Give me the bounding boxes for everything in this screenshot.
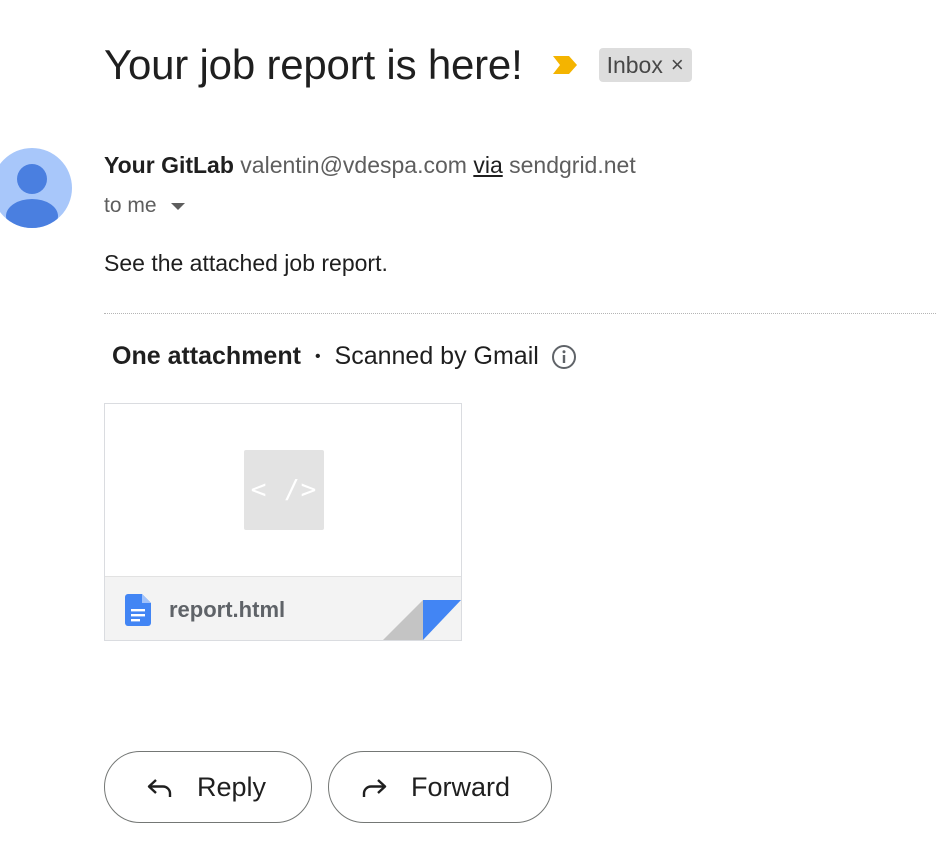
attachment-divider xyxy=(104,313,936,314)
inbox-label-chip[interactable]: Inbox × xyxy=(598,48,692,82)
attachment-count: One attachment xyxy=(112,342,301,370)
forward-button[interactable]: Forward xyxy=(328,751,552,823)
scan-status: Scanned by Gmail xyxy=(334,342,539,370)
inbox-label-text: Inbox xyxy=(606,51,663,78)
recipient-text: to me xyxy=(104,194,157,217)
caret-down-icon[interactable] xyxy=(170,202,185,210)
info-icon[interactable] xyxy=(551,344,577,370)
sender-name[interactable]: Your GitLab xyxy=(104,152,234,178)
sender-avatar[interactable] xyxy=(0,148,72,228)
person-avatar-icon xyxy=(6,164,58,228)
forward-label: Forward xyxy=(411,771,511,802)
subject-row: Your job report is here! Inbox × xyxy=(104,38,692,92)
importance-marker-icon[interactable] xyxy=(551,54,579,76)
reply-arrow-icon xyxy=(147,779,172,797)
via-domain: sendgrid.net xyxy=(509,152,636,178)
docs-file-icon xyxy=(125,593,151,626)
attachment-filename: report.html xyxy=(169,596,286,622)
reply-button[interactable]: Reply xyxy=(104,751,312,823)
attachment-card[interactable]: < /> report.html xyxy=(104,403,462,641)
via-link[interactable]: via xyxy=(473,152,502,178)
attachment-header: One attachment • Scanned by Gmail xyxy=(112,342,577,371)
sender-email: valentin@vdespa.com xyxy=(240,152,467,178)
sender-row: Your GitLab valentin@vdespa.com via send… xyxy=(104,152,636,179)
reply-label: Reply xyxy=(197,771,267,802)
email-body: See the attached job report. xyxy=(104,250,388,276)
remove-label-icon[interactable]: × xyxy=(671,54,684,76)
email-subject: Your job report is here! xyxy=(104,41,523,88)
code-preview-icon: < /> xyxy=(244,450,324,530)
corner-fold-icon xyxy=(383,600,461,640)
forward-arrow-icon xyxy=(362,779,387,797)
recipient-details-toggle[interactable]: to me xyxy=(104,194,185,218)
separator-dot: • xyxy=(314,347,321,365)
